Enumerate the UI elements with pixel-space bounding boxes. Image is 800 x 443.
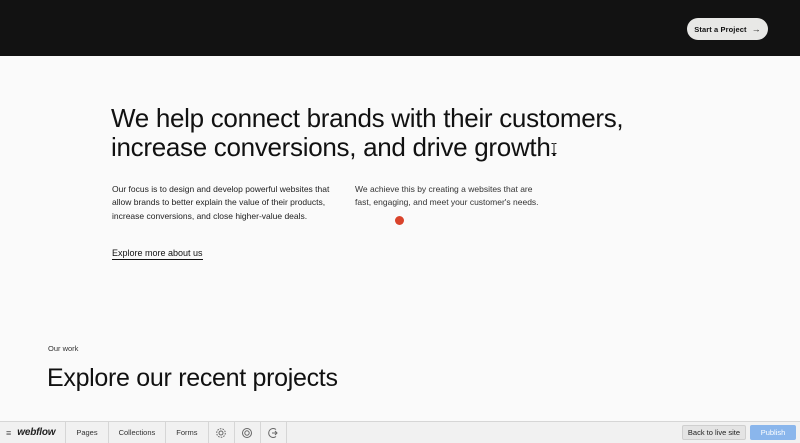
section-title: Explore our recent projects bbox=[47, 364, 338, 392]
webflow-toolbar: ≡ webflow Pages Collections Forms Back t… bbox=[0, 421, 800, 443]
webflow-logo[interactable]: webflow bbox=[17, 427, 55, 438]
hero-headline: We help connect brands with their custom… bbox=[111, 104, 671, 162]
tab-pages[interactable]: Pages bbox=[66, 422, 109, 443]
tab-collections[interactable]: Collections bbox=[109, 422, 167, 443]
text-cursor-icon bbox=[551, 143, 557, 154]
back-to-live-site-button[interactable]: Back to live site bbox=[681, 425, 746, 440]
arrow-right-icon: → bbox=[751, 23, 761, 34]
menu-icon[interactable]: ≡ bbox=[6, 428, 11, 438]
section-label: Our work bbox=[48, 344, 79, 353]
explore-more-link[interactable]: Explore more about us bbox=[112, 248, 203, 260]
audit-icon[interactable] bbox=[261, 422, 287, 443]
gear-icon[interactable] bbox=[209, 422, 235, 443]
webflow-brand: ≡ webflow bbox=[0, 422, 67, 443]
publish-button[interactable]: Publish bbox=[750, 425, 796, 440]
hero-headline-line2: increase conversions, and drive growth. bbox=[111, 132, 558, 162]
start-project-button[interactable]: Start a Project → bbox=[687, 18, 768, 40]
target-icon[interactable] bbox=[235, 422, 261, 443]
hero-paragraph-right: We achieve this by creating a websites t… bbox=[355, 184, 539, 208]
site-header: Start a Project → bbox=[0, 0, 800, 56]
cursor-dot bbox=[395, 216, 404, 225]
hero-paragraph-left: Our focus is to design and develop power… bbox=[112, 184, 330, 221]
hero-headline-line1: We help connect brands with their custom… bbox=[111, 103, 624, 133]
start-project-label: Start a Project bbox=[694, 24, 747, 34]
tab-forms[interactable]: Forms bbox=[166, 422, 209, 443]
